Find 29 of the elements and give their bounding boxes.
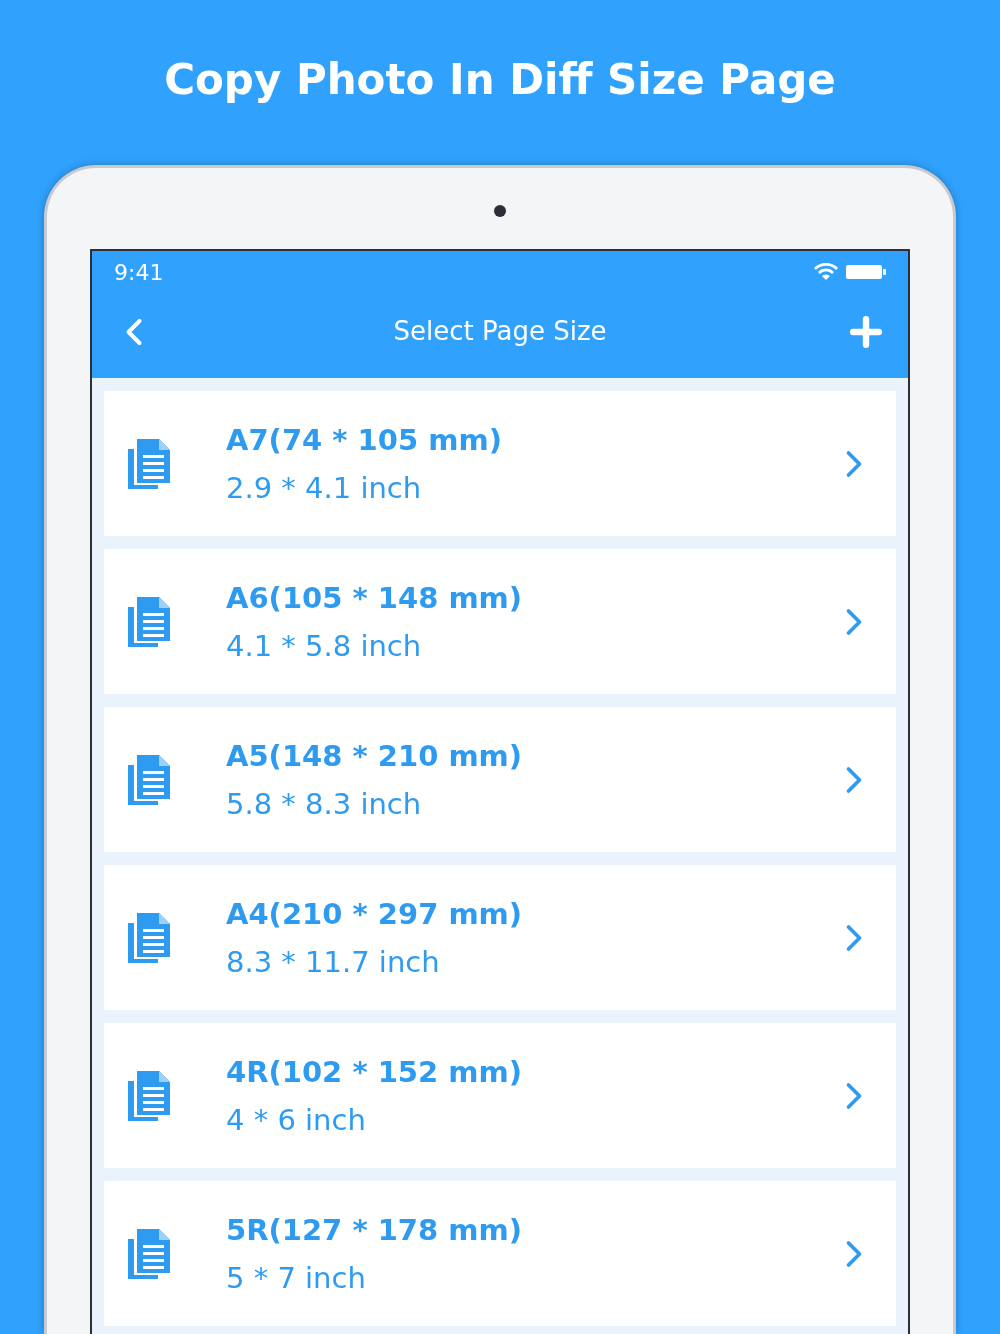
- size-mm: 5R(127 * 178 mm): [226, 1211, 523, 1249]
- page-size-row[interactable]: A4(210 * 297 mm) 8.3 * 11.7 inch: [104, 865, 896, 1010]
- size-inch: 4 * 6 inch: [226, 1101, 367, 1139]
- size-inch: 5.8 * 8.3 inch: [226, 785, 423, 823]
- page-size-row[interactable]: A7(74 * 105 mm) 2.9 * 4.1 inch: [104, 391, 896, 536]
- wifi-icon: [814, 263, 838, 281]
- size-mm: A6(105 * 148 mm): [226, 579, 524, 617]
- page-size-row[interactable]: A5(148 * 210 mm) 5.8 * 8.3 inch: [104, 707, 896, 852]
- documents-icon: [126, 752, 172, 807]
- page-size-row[interactable]: 5R(127 * 178 mm) 5 * 7 inch: [104, 1181, 896, 1326]
- headline: Copy Photo In Diff Size Page: [164, 54, 836, 106]
- size-inch: 4.1 * 5.8 inch: [226, 627, 423, 665]
- size-mm: A4(210 * 297 mm): [226, 895, 524, 933]
- nav-title: Select Page Size: [393, 315, 607, 348]
- documents-icon: [126, 1068, 172, 1123]
- size-inch: 5 * 7 inch: [226, 1259, 367, 1297]
- size-inch: 2.9 * 4.1 inch: [226, 469, 423, 507]
- documents-icon: [126, 594, 172, 649]
- battery-icon: [846, 265, 886, 279]
- status-time: 9:41: [114, 258, 164, 287]
- size-mm: A7(74 * 105 mm): [226, 421, 503, 459]
- size-mm: A5(148 * 210 mm): [226, 737, 524, 775]
- documents-icon: [126, 1226, 172, 1281]
- documents-icon: [126, 910, 172, 965]
- size-inch: 8.3 * 11.7 inch: [226, 943, 441, 981]
- size-mm: 4R(102 * 152 mm): [226, 1053, 523, 1091]
- page-size-row[interactable]: A6(105 * 148 mm) 4.1 * 5.8 inch: [104, 549, 896, 694]
- documents-icon: [126, 436, 172, 491]
- page-size-row[interactable]: 4R(102 * 152 mm) 4 * 6 inch: [104, 1023, 896, 1168]
